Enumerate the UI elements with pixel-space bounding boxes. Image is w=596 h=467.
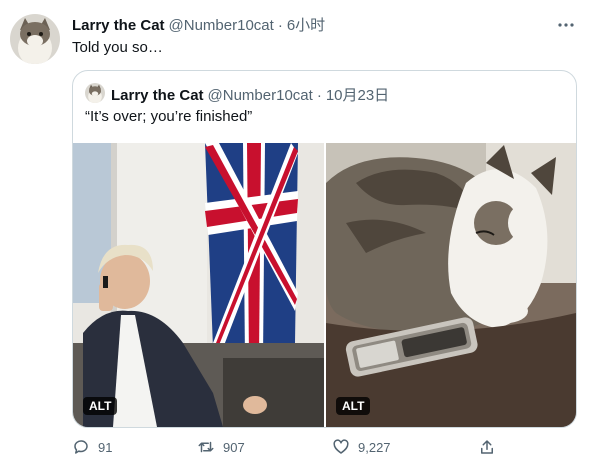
alt-badge[interactable]: ALT [83,397,118,415]
like-button[interactable]: 9,227 [332,438,391,456]
author-name[interactable]: Larry the Cat [72,17,165,34]
like-icon [333,439,349,454]
tweet-text: Told you so… [72,39,163,56]
action-bar: 91 907 9,227 [72,438,577,460]
quote-header: Larry the Cat @Number10cat · 10月23日 [111,84,389,105]
cat-phone-photo[interactable]: ALT [326,143,576,427]
quote-author-name: Larry the Cat [111,87,204,104]
retweet-icon [198,441,214,453]
tweet-time[interactable]: 6小时 [287,14,325,35]
reply-icon [74,440,88,454]
more-button[interactable] [556,15,576,35]
tweet-header: Larry the Cat @Number10cat · 6小时 [72,14,325,35]
boris-phone-photo[interactable]: ALT [73,143,324,427]
retweet-count: 907 [223,439,245,455]
share-icon [481,440,493,454]
cat-avatar-icon [85,83,105,103]
more-icon [558,23,574,27]
quote-author-handle: @Number10cat [207,87,313,104]
like-count: 9,227 [358,439,391,455]
alt-badge[interactable]: ALT [336,397,371,415]
separator: · [316,87,322,104]
cat-avatar-icon [10,14,60,64]
reply-button[interactable]: 91 [72,438,112,456]
quote-text: “It’s over; you’re finished” [85,108,253,125]
quoted-tweet[interactable]: Larry the Cat @Number10cat · 10月23日 “It’… [72,70,577,428]
separator: · [277,17,283,34]
retweet-button[interactable]: 907 [197,438,245,456]
author-handle[interactable]: @Number10cat [169,17,274,34]
quote-avatar[interactable] [85,83,105,103]
share-button[interactable] [478,438,496,456]
reply-count: 91 [98,439,113,455]
avatar[interactable] [10,14,60,64]
quote-date: 10月23日 [325,87,390,104]
media-grid: ALT ALT [73,143,576,427]
